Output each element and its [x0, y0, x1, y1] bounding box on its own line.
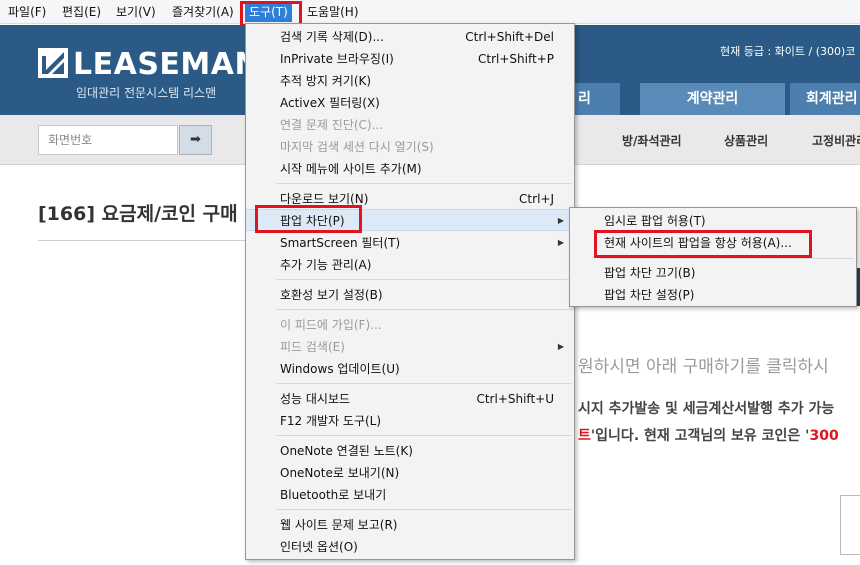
page-title: [166] 요금제/코인 구매 [38, 203, 238, 225]
menu-item-smartscreen[interactable]: SmartScreen 필터(T) ▶ [246, 232, 574, 254]
menu-separator [276, 509, 572, 510]
menu-item-send-onenote[interactable]: OneNote로 보내기(N) [246, 462, 574, 484]
menu-item-windows-update[interactable]: Windows 업데이트(U) [246, 358, 574, 380]
menu-item-always-allow-site[interactable]: 현재 사이트의 팝업을 항상 허용(A)... [570, 232, 856, 254]
submenu-arrow-icon: ▶ [557, 216, 564, 225]
menu-item-subscribe-feed: 이 피드에 가입(F)... [280, 318, 382, 332]
side-panel-edge [840, 495, 860, 555]
menu-item-inprivate[interactable]: InPrivate 브라우징(I) Ctrl+Shift+P [246, 48, 574, 70]
coin-balance-text: 트'입니다. 현재 고객님의 보유 코인은 '300 [578, 425, 839, 445]
logo-text: LEASEMAN [73, 47, 261, 82]
plan-name-fragment: 트 [578, 428, 591, 444]
menu-favorites[interactable]: 즐겨찾기(A) [168, 3, 238, 22]
menu-item-delete-history[interactable]: 검색 기록 삭제(D)... Ctrl+Shift+Del [246, 26, 574, 48]
subnav-product[interactable]: 상품관리 [724, 132, 768, 149]
user-grade: 현재 등급 : 화이트 / (300)코 [720, 45, 856, 58]
coin-amount: 300 [809, 428, 839, 444]
menu-view[interactable]: 보기(V) [112, 3, 160, 22]
menu-separator [276, 383, 572, 384]
menu-help[interactable]: 도움말(H) [303, 3, 363, 22]
menu-separator [600, 258, 854, 259]
popup-blocker-submenu: 임시로 팝업 허용(T) 현재 사이트의 팝업을 항상 허용(A)... 팝업 … [569, 207, 857, 307]
menu-separator [276, 435, 572, 436]
menu-item-f12-devtools[interactable]: F12 개발자 도구(L) [246, 410, 574, 432]
menu-separator [276, 309, 572, 310]
feature-description: 시지 추가발송 및 세금계산서발행 추가 가능 [578, 401, 835, 417]
menu-bar: 파일(F) 편집(E) 보기(V) 즐겨찾기(A) 도구(T) 도움말(H) [0, 0, 860, 24]
menu-separator [276, 183, 572, 184]
menu-item-add-start-menu[interactable]: 시작 메뉴에 사이트 추가(M) [246, 158, 574, 180]
menu-item-performance-dashboard[interactable]: 성능 대시보드 Ctrl+Shift+U [246, 388, 574, 410]
menu-tools[interactable]: 도구(T) [245, 3, 292, 22]
menu-item-allow-temporarily[interactable]: 임시로 팝업 허용(T) [570, 210, 856, 232]
leaseman-logo-icon [38, 48, 68, 78]
menu-file[interactable]: 파일(F) [4, 3, 50, 22]
topnav-contract[interactable]: 계약관리 [640, 83, 785, 115]
menu-item-tracking-protection[interactable]: 추적 방지 켜기(K) [246, 70, 574, 92]
menu-item-diagnose: 연결 문제 진단(C)... [280, 118, 384, 132]
menu-item-internet-options[interactable]: 인터넷 옵션(O) [246, 536, 574, 558]
screen-number-input[interactable] [38, 125, 178, 155]
menu-separator [276, 279, 572, 280]
title-divider [38, 240, 248, 241]
subnav-fixed-cost[interactable]: 고정비관리 [812, 132, 860, 149]
purchase-instruction: 원하시면 아래 구매하기를 클릭하시 [578, 357, 829, 377]
go-arrow-button[interactable]: ➡ [179, 125, 212, 155]
coin-text-middle: '입니다. 현재 고객님의 보유 코인은 ' [590, 428, 810, 444]
menu-item-manage-addons[interactable]: 추가 기능 관리(A) [246, 254, 574, 276]
subnav-room-seat[interactable]: 방/좌석관리 [622, 132, 682, 149]
menu-item-downloads[interactable]: 다운로드 보기(N) Ctrl+J [246, 188, 574, 210]
menu-item-popup-blocker[interactable]: 팝업 차단(P) ▶ [246, 209, 574, 231]
menu-item-send-bluetooth[interactable]: Bluetooth로 보내기 [246, 484, 574, 506]
menu-item-reopen-session: 마지막 검색 세션 다시 열기(S) [280, 140, 434, 154]
menu-item-turn-off-blocker[interactable]: 팝업 차단 끄기(B) [570, 262, 856, 284]
menu-item-feed-discovery: 피드 검색(E) ▶ [246, 336, 574, 358]
menu-item-blocker-settings[interactable]: 팝업 차단 설정(P) [570, 284, 856, 306]
topnav-accounting[interactable]: 회계관리 [790, 83, 860, 115]
menu-item-compat-view[interactable]: 호환성 보기 설정(B) [246, 284, 574, 306]
menu-item-activex-filter[interactable]: ActiveX 필터링(X) [246, 92, 574, 114]
menu-item-report-problem[interactable]: 웹 사이트 문제 보고(R) [246, 514, 574, 536]
submenu-arrow-icon: ▶ [557, 342, 564, 351]
tools-dropdown-menu: 검색 기록 삭제(D)... Ctrl+Shift+Del InPrivate 브… [245, 23, 575, 560]
logo-subtitle: 임대관리 전문시스템 리스맨 [76, 86, 217, 100]
submenu-arrow-icon: ▶ [557, 238, 564, 247]
menu-edit[interactable]: 편집(E) [58, 3, 105, 22]
menu-item-onenote-linked[interactable]: OneNote 연결된 노트(K) [246, 440, 574, 462]
